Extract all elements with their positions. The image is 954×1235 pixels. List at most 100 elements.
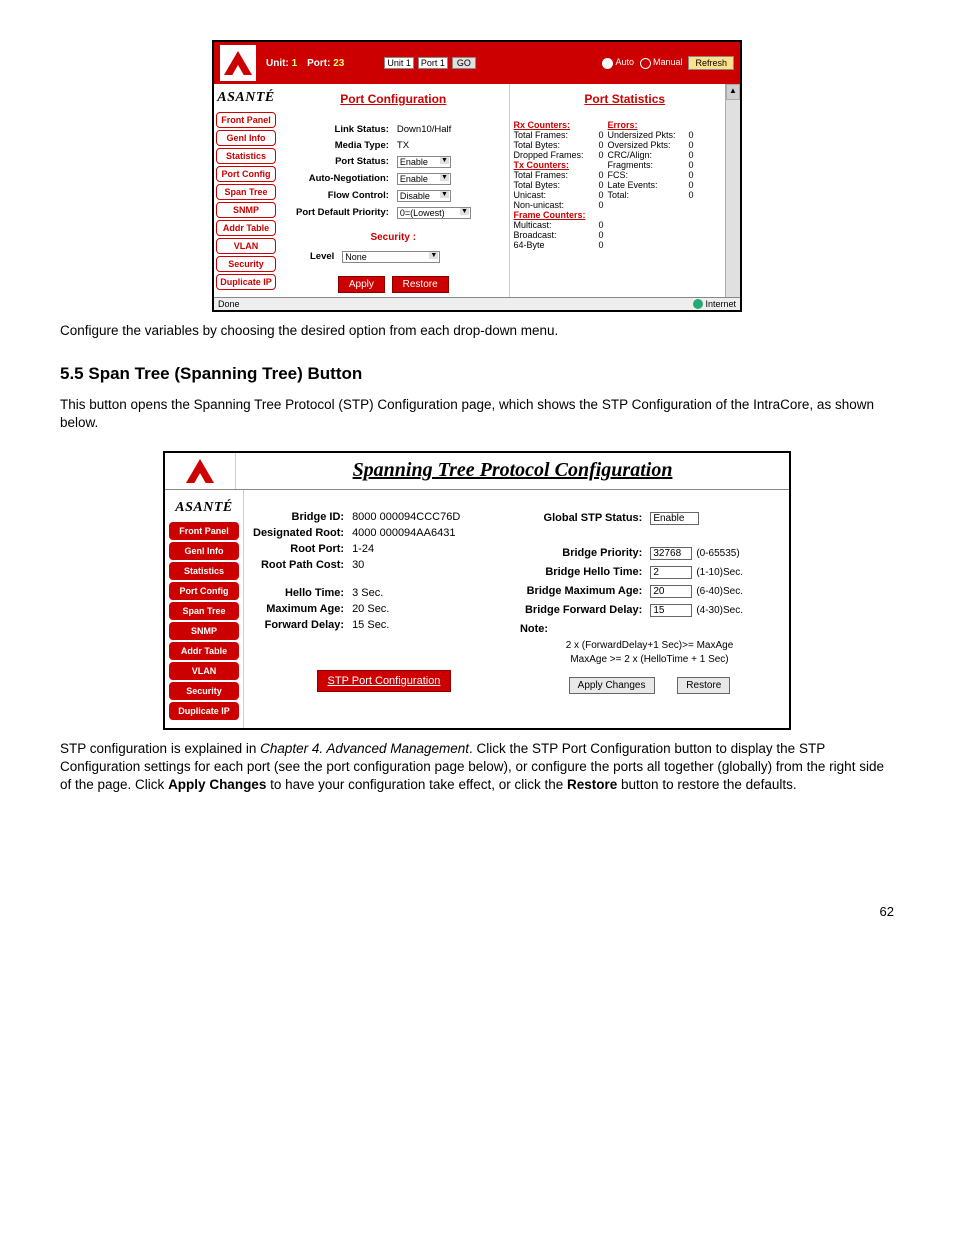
bridge-fdelay-input[interactable]: 15 [650,604,692,617]
stp-title: Spanning Tree Protocol Configuration [235,453,789,489]
stp-port-config-button[interactable]: STP Port Configuration [317,670,452,692]
late-events-value: 0 [680,180,698,190]
refresh-button[interactable]: Refresh [688,56,734,70]
port-stats-title: Port Statistics [514,92,737,106]
level-select[interactable]: None [342,251,440,263]
total-frames-label: Total Frames: [514,130,590,140]
nav-front-panel[interactable]: Front Panel [169,522,239,540]
bridge-fdelay-range: (4-30)Sec. [692,605,743,616]
tx-counters-hdr: Tx Counters: [514,160,590,170]
status-bar: Done Internet [214,297,740,310]
apply-changes-button[interactable]: Apply Changes [569,677,655,694]
tx-total-bytes-label: Total Bytes: [514,180,590,190]
b64-value: 0 [590,240,608,250]
nav-duplicate-ip[interactable]: Duplicate IP [216,274,276,290]
logo-icon [182,453,218,489]
global-stp-status-select[interactable]: Enable [650,512,699,525]
port-configuration-pane: Port Configuration Link Status: Down10/H… [278,84,509,297]
multicast-label: Multicast: [514,220,590,230]
link-status-label: Link Status: [294,122,393,136]
nav-port-config[interactable]: Port Config [216,166,276,182]
fcs-label: FCS: [608,170,680,180]
priority-label: Port Default Priority: [294,205,393,220]
nav-span-tree[interactable]: Span Tree [169,602,239,620]
tx-total-frames-label: Total Frames: [514,170,590,180]
tx-total-frames-value: 0 [590,170,608,180]
crc-value: 0 [680,150,698,160]
bridge-hello-range: (1-10)Sec. [692,567,743,578]
scroll-up-icon[interactable]: ▲ [726,84,740,100]
sidebar: ASANTÉ Front Panel Genl Info Statistics … [165,490,244,728]
port-statistics-pane: Port Statistics Rx Counters: Errors: Tot… [509,84,741,297]
nav-vlan[interactable]: VLAN [169,662,239,680]
bridge-hello-input[interactable]: 2 [650,566,692,579]
bridge-priority-input[interactable]: 32768 [650,547,692,560]
b64-label: 64-Byte [514,240,590,250]
manual-radio[interactable] [640,58,651,69]
restore-button[interactable]: Restore [677,677,730,694]
nav-addr-table[interactable]: Addr Table [169,642,239,660]
unicast-value: 0 [590,190,608,200]
vertical-scrollbar[interactable]: ▲ [725,84,740,297]
nav-duplicate-ip[interactable]: Duplicate IP [169,702,239,720]
fragments-value: 0 [680,160,698,170]
max-age-value: 20 Sec. [349,602,463,616]
autoneg-select[interactable]: Enable [397,173,451,185]
nav-vlan[interactable]: VLAN [216,238,276,254]
apply-button[interactable]: Apply [338,276,385,293]
undersized-value: 0 [680,130,698,140]
stp-info-pane: Bridge ID:8000 000094CCC76D Designated R… [244,508,520,710]
nav-security[interactable]: Security [169,682,239,700]
late-events-label: Late Events: [608,180,680,190]
tx-total-bytes-value: 0 [590,180,608,190]
nav-snmp[interactable]: SNMP [216,202,276,218]
nav-snmp[interactable]: SNMP [169,622,239,640]
stp-config-screenshot: Spanning Tree Protocol Configuration ASA… [163,451,791,730]
nav-addr-table[interactable]: Addr Table [216,220,276,236]
port-config-screenshot: Unit: 1 Port: 23 Unit 1 Port 1 GO Auto M… [212,40,742,312]
manual-label: Manual [653,57,683,67]
crc-label: CRC/Align: [608,150,680,160]
root-port-value: 1-24 [349,542,463,556]
priority-select[interactable]: 0=(Lowest) [397,207,471,219]
internet-icon [693,299,703,309]
fragments-label: Fragments: [608,160,680,170]
restore-button[interactable]: Restore [392,276,449,293]
nav-span-tree[interactable]: Span Tree [216,184,276,200]
flow-select[interactable]: Disable [397,190,451,202]
root-port-label: Root Port: [250,542,347,556]
port-label: Port: [307,58,330,69]
brand-logo-text: ASANTÉ [169,496,239,520]
hello-time-value: 3 Sec. [349,586,463,600]
broadcast-label: Broadcast: [514,230,590,240]
nav-front-panel[interactable]: Front Panel [216,112,276,128]
total-bytes-label: Total Bytes: [514,140,590,150]
frame-counters-hdr: Frame Counters: [514,210,590,220]
dropped-frames-value: 0 [590,150,608,160]
nav-security[interactable]: Security [216,256,276,272]
level-label: Level [308,249,338,264]
nav-genl-info[interactable]: Genl Info [169,542,239,560]
port-select[interactable]: Port 1 [418,57,448,69]
nav-port-config[interactable]: Port Config [169,582,239,600]
multicast-value: 0 [590,220,608,230]
port-config-title: Port Configuration [282,92,505,106]
port-status-select[interactable]: Enable [397,156,451,168]
sidebar: ASANTÉ Front Panel Genl Info Statistics … [214,84,278,297]
forward-delay-label: Forward Delay: [250,618,347,632]
caption-1: Configure the variables by choosing the … [60,322,894,340]
status-right: Internet [705,299,736,309]
bridge-maxage-input[interactable]: 20 [650,585,692,598]
status-left: Done [218,299,240,309]
nav-genl-info[interactable]: Genl Info [216,130,276,146]
unit-select[interactable]: Unit 1 [384,57,414,69]
link-status-value: Down10/Half [395,122,473,136]
bridge-priority-label: Bridge Priority: [522,545,645,562]
errors-hdr: Errors: [608,120,680,130]
nav-statistics[interactable]: Statistics [216,148,276,164]
go-button[interactable]: GO [452,57,476,69]
nav-statistics[interactable]: Statistics [169,562,239,580]
brand-logo-text: ASANTÉ [216,86,276,110]
auto-radio[interactable] [602,58,613,69]
unit-value: 1 [292,58,298,69]
